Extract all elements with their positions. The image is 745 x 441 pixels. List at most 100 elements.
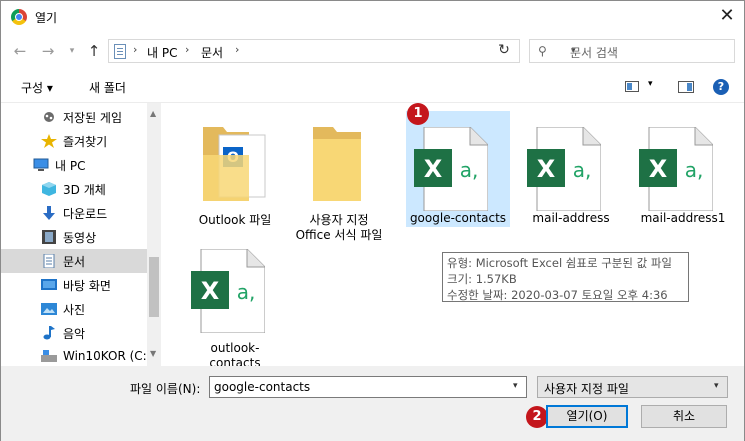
scroll-up-icon[interactable]: ▲	[150, 109, 156, 118]
dialog-footer: 파일 이름(N): google-contacts ▾ 사용자 지정 파일 ▾ …	[1, 366, 744, 441]
saved-games-icon	[44, 112, 54, 122]
sidebar-item-documents[interactable]: 문서	[1, 249, 147, 273]
chevron-right-icon: ›	[133, 43, 138, 56]
svg-text:X: X	[424, 155, 443, 183]
step-badge-1: 1	[407, 103, 429, 125]
scroll-down-icon[interactable]: ▼	[150, 349, 156, 358]
filename-value: google-contacts	[214, 380, 311, 394]
file-item-mail-address1[interactable]: X a, mail-address1	[633, 111, 733, 229]
view-options-icon[interactable]	[625, 81, 639, 92]
filetype-value: 사용자 지정 파일	[544, 382, 629, 396]
cancel-button[interactable]: 취소	[641, 405, 727, 428]
sidebar-item-music[interactable]: 음악	[1, 321, 147, 345]
excel-csv-icon: X a,	[527, 127, 601, 211]
search-placeholder: 문서 검색	[570, 46, 618, 60]
svg-text:a,: a,	[685, 158, 704, 182]
recent-locations-chevron-icon[interactable]: ▾	[63, 41, 81, 61]
file-label: Outlook 파일	[198, 213, 272, 227]
tooltip-modified: 수정한 날짜: 2020-03-07 토요일 오후 4:36	[447, 288, 668, 302]
sidebar-item-3d-objects[interactable]: 3D 개체	[1, 177, 147, 201]
help-icon[interactable]: ?	[713, 79, 729, 95]
breadcrumb-documents[interactable]: 문서	[201, 44, 223, 61]
tooltip-size: 크기: 1.57KB	[447, 272, 517, 286]
sidebar-item-drive-c[interactable]: Win10KOR (C:)	[1, 345, 151, 366]
sidebar-item-label: 다운로드	[63, 207, 108, 221]
navigation-bar: ← → ▾ ↑ › 내 PC › 문서 › ▾ ↻ ⚲ 문서 검색	[1, 33, 744, 69]
sidebar-item-label: 3D 개체	[63, 183, 106, 197]
outlook-folder-icon: O	[203, 127, 266, 201]
sidebar-item-favorites[interactable]: 즐겨찾기	[1, 129, 147, 153]
cube-icon	[42, 182, 56, 196]
file-item-mail-address[interactable]: X a, mail-address	[521, 111, 621, 229]
sidebar-item-this-pc[interactable]: 내 PC	[1, 153, 147, 177]
command-toolbar: 구성 ▾ 새 폴더 ▾ ?	[1, 69, 744, 103]
file-item-template-folder[interactable]: 사용자 지정 Office 서식 파일	[289, 109, 389, 242]
sidebar-item-saved-games[interactable]: 저장된 게임	[1, 105, 147, 129]
filename-input[interactable]: google-contacts ▾	[209, 376, 527, 398]
svg-text:X: X	[537, 155, 556, 183]
sidebar-scroll-thumb[interactable]	[149, 257, 159, 317]
address-bar[interactable]: › 내 PC › 문서 › ▾	[108, 39, 576, 63]
breadcrumb-pc[interactable]: 내 PC	[147, 44, 177, 61]
close-button[interactable]: ✕	[715, 4, 739, 28]
navigation-pane: 저장된 게임 즐겨찾기 내 PC 3D 개체 다운로드 동영상 문서 바탕 화면…	[1, 103, 161, 366]
svg-text:a,: a,	[460, 158, 479, 182]
sidebar-item-label: 사진	[63, 303, 86, 317]
search-icon: ⚲	[538, 44, 547, 58]
film-icon	[42, 230, 56, 244]
chevron-down-icon[interactable]: ▾	[714, 381, 719, 391]
filetype-select[interactable]: 사용자 지정 파일 ▾	[537, 376, 728, 398]
sidebar-item-pictures[interactable]: 사진	[1, 297, 147, 321]
desktop-icon	[41, 279, 57, 290]
file-item-google-contacts[interactable]: X a, google-contacts	[406, 111, 510, 227]
file-info-tooltip: 유형: Microsoft Excel 쉼표로 구분된 값 파일 크기: 1.5…	[442, 252, 689, 302]
svg-text:X: X	[649, 155, 668, 183]
file-item-outlook-contacts[interactable]: X a, outlook-contacts	[185, 243, 285, 370]
sidebar-item-label: 문서	[63, 255, 86, 269]
chevron-down-icon[interactable]: ▾	[648, 79, 653, 89]
open-dialog: 열기 ✕ ← → ▾ ↑ › 내 PC › 문서 › ▾ ↻ ⚲ 문서 검색 구…	[0, 0, 745, 441]
svg-text:a,: a,	[237, 280, 256, 304]
file-list: O Outlook 파일 사용자 지정 Office 서식 파일 X a, go…	[161, 103, 744, 370]
sidebar-item-downloads[interactable]: 다운로드	[1, 201, 147, 225]
sidebar-item-videos[interactable]: 동영상	[1, 225, 147, 249]
back-arrow-icon[interactable]: ←	[11, 41, 29, 61]
svg-text:X: X	[201, 277, 220, 305]
preview-pane-icon[interactable]	[678, 81, 694, 93]
excel-csv-icon: X a,	[639, 127, 713, 211]
drive-icon	[41, 350, 57, 362]
excel-csv-icon: X a,	[414, 127, 488, 211]
star-icon	[41, 134, 57, 148]
filename-label: 파일 이름(N):	[130, 382, 201, 396]
new-folder-button[interactable]: 새 폴더	[89, 79, 126, 96]
chevron-right-icon: ›	[185, 43, 190, 56]
sidebar-item-label: 저장된 게임	[63, 111, 123, 125]
forward-arrow-icon[interactable]: →	[39, 41, 57, 61]
organize-button[interactable]: 구성 ▾	[21, 79, 53, 96]
file-label: mail-address1	[640, 211, 726, 225]
sidebar-item-label: 즐겨찾기	[63, 135, 108, 149]
refresh-button[interactable]: ↻	[490, 38, 518, 62]
sidebar-item-label: 동영상	[63, 231, 97, 245]
open-button[interactable]: 열기(O)	[546, 405, 628, 428]
sidebar-item-label: 내 PC	[55, 159, 86, 173]
sidebar-item-desktop[interactable]: 바탕 화면	[1, 273, 147, 297]
music-icon	[43, 326, 55, 340]
file-label: google-contacts	[409, 211, 507, 225]
pc-icon	[33, 158, 49, 171]
file-label: mail-address	[532, 211, 610, 225]
search-box[interactable]: ⚲ 문서 검색	[529, 39, 735, 63]
up-arrow-icon[interactable]: ↑	[85, 41, 103, 61]
sidebar-scrollbar[interactable]	[147, 103, 161, 366]
download-icon	[43, 206, 55, 220]
file-label: 사용자 지정 Office 서식 파일	[295, 213, 383, 242]
folder-icon	[313, 127, 361, 201]
sidebar-item-label: 바탕 화면	[63, 279, 111, 293]
chrome-icon	[11, 9, 27, 25]
svg-text:a,: a,	[573, 158, 592, 182]
sidebar-item-label: Win10KOR (C:)	[63, 349, 152, 363]
chevron-down-icon[interactable]: ▾	[513, 381, 518, 391]
title-bar: 열기 ✕	[1, 1, 744, 33]
file-item-outlook-folder[interactable]: O Outlook 파일	[185, 109, 285, 227]
sidebar-item-label: 음악	[63, 327, 86, 341]
